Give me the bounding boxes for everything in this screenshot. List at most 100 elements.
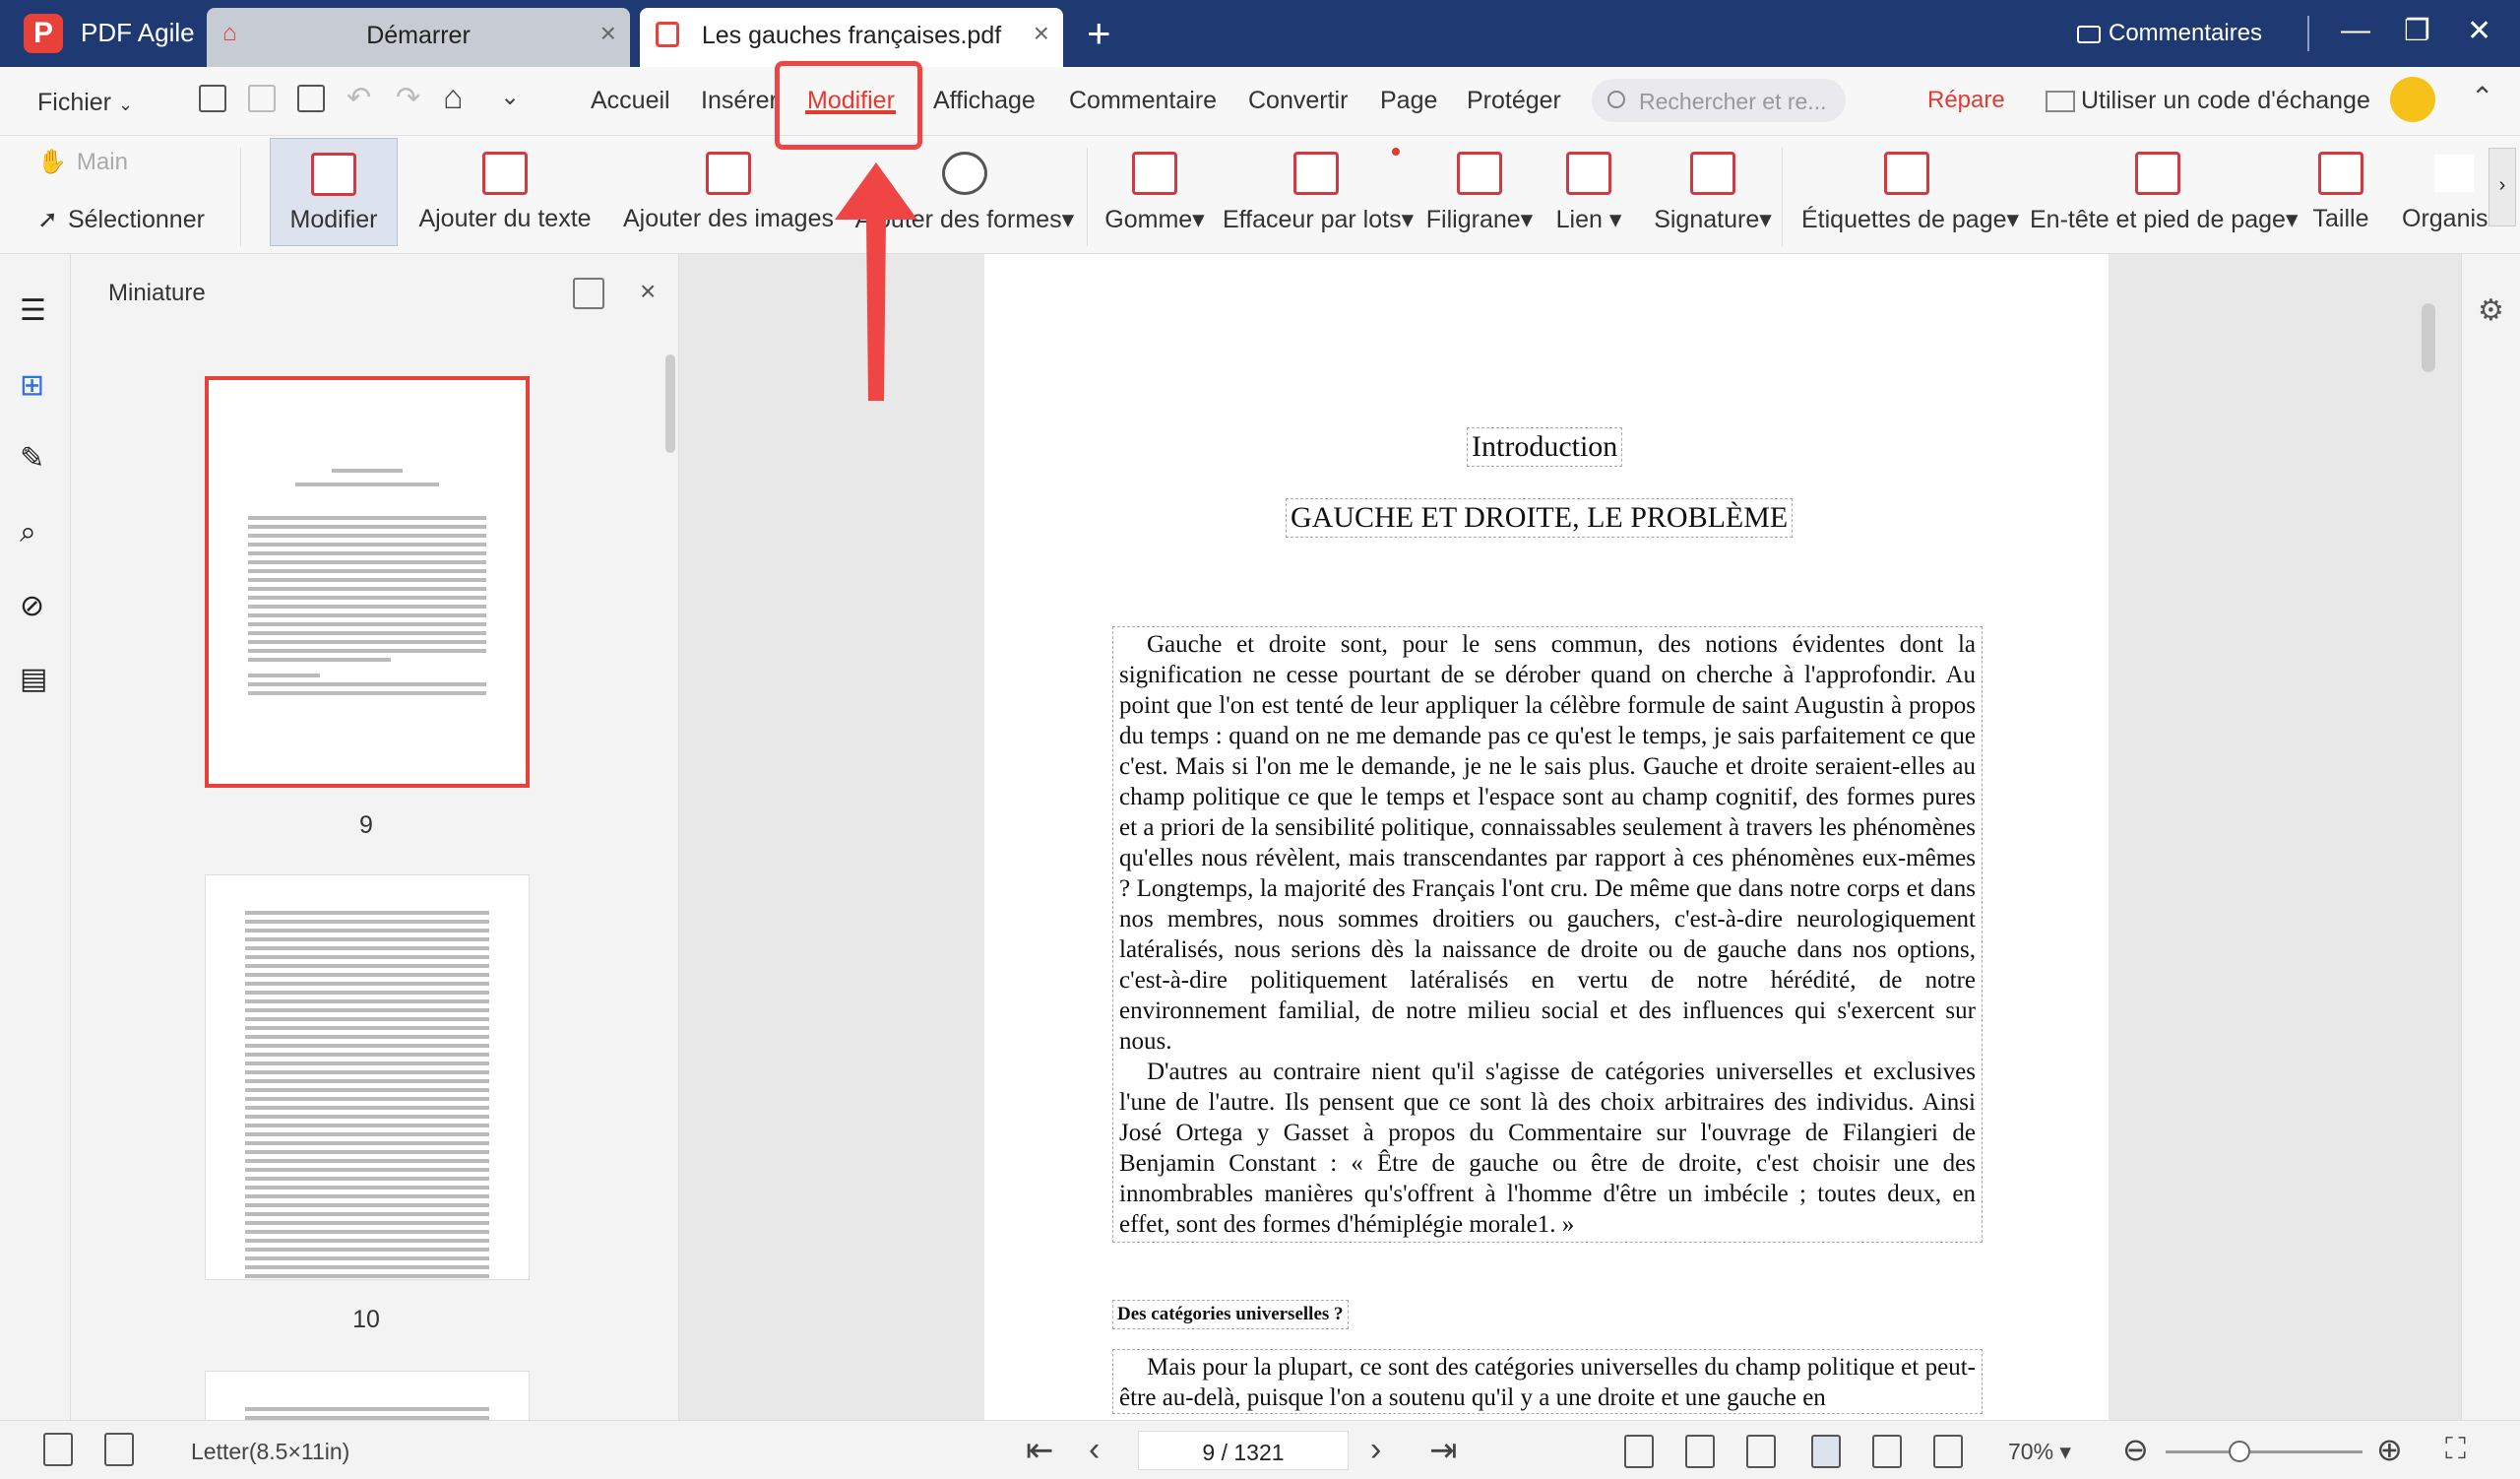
menu-icon[interactable]: ☰: [20, 293, 51, 327]
app-name: PDF Agile: [81, 18, 195, 47]
properties-icon[interactable]: ⚙: [2478, 293, 2504, 328]
page-thumbnail[interactable]: [205, 874, 530, 1280]
home-icon[interactable]: ⌂: [443, 79, 464, 117]
organize-button[interactable]: Organis: [2402, 152, 2500, 233]
two-page-icon[interactable]: [1933, 1435, 1963, 1468]
eraser-button[interactable]: Gomme▾: [1101, 152, 1209, 234]
ribbon-scroll-right[interactable]: ›: [2488, 148, 2516, 226]
select-tool[interactable]: ➚ Sélectionner: [37, 205, 205, 234]
menu-proteger[interactable]: Protéger: [1467, 87, 1561, 115]
attachment-icon[interactable]: ⊘: [20, 589, 51, 622]
more-dropdown-icon[interactable]: ⌄: [500, 83, 520, 111]
prev-page-button[interactable]: ‹: [1089, 1431, 1100, 1469]
page-prev-layout-icon[interactable]: [43, 1433, 73, 1466]
continuous-view-icon[interactable]: [1811, 1435, 1841, 1468]
fit-width-icon[interactable]: [1746, 1435, 1776, 1468]
thumbnails-icon[interactable]: ⊞: [20, 368, 51, 402]
redo-icon[interactable]: ↷: [396, 81, 420, 115]
tab-document[interactable]: Les gauches françaises.pdf ×: [640, 8, 1063, 67]
menu-accueil[interactable]: Accueil: [591, 87, 670, 115]
open-folder-icon[interactable]: [199, 85, 226, 112]
menu-affichage[interactable]: Affichage: [933, 87, 1036, 115]
tool-label: Taille: [2312, 205, 2369, 232]
add-images-button[interactable]: Ajouter des images: [620, 152, 837, 233]
signature-icon: [1690, 152, 1735, 195]
edit-tool-button[interactable]: Modifier: [270, 138, 398, 246]
size-icon: [2318, 152, 2363, 195]
zoom-slider[interactable]: [2166, 1450, 2362, 1453]
fit-page-icon[interactable]: [1685, 1435, 1715, 1468]
document-history-icon[interactable]: ▤: [20, 662, 51, 695]
signature-pen-icon[interactable]: ✎: [20, 441, 51, 475]
repare-label: Répare: [1927, 87, 2005, 113]
section-title[interactable]: GAUCHE ET DROITE, LE PROBLÈME: [1286, 498, 1794, 538]
zoom-in-icon[interactable]: ⊕: [2376, 1431, 2403, 1468]
page-thumbnail[interactable]: [205, 376, 530, 788]
arrow-icon: [835, 162, 917, 401]
text-block[interactable]: Mais pour la plupart, ce sont des catégo…: [1112, 1349, 1983, 1414]
header-footer-icon: [2135, 152, 2180, 195]
menu-page[interactable]: Page: [1380, 87, 1437, 115]
undo-icon[interactable]: ↶: [346, 81, 371, 115]
subheading[interactable]: Des catégories universelles ?: [1112, 1300, 1349, 1329]
header-footer-button[interactable]: En-tête et pied de page▾: [2030, 152, 2299, 234]
thumbnail-scrollbar[interactable]: [665, 354, 675, 453]
print-icon[interactable]: [297, 85, 325, 112]
page-number-input[interactable]: 9 / 1321: [1138, 1431, 1349, 1470]
restore-button[interactable]: ❐: [2404, 14, 2430, 48]
first-page-button[interactable]: ⇤: [1026, 1431, 1054, 1470]
add-text-button[interactable]: Ajouter du texte: [413, 152, 597, 233]
zoom-out-icon[interactable]: ⊖: [2122, 1431, 2149, 1468]
exchange-code-button[interactable]: Utiliser un code d'échange: [2046, 87, 2370, 115]
file-label: Fichier: [37, 89, 112, 116]
thumbnail-page-number: 9: [359, 811, 373, 839]
signature-button[interactable]: Signature▾: [1654, 152, 1772, 234]
document-viewer: Introduction GAUCHE ET DROITE, LE PROBLÈ…: [679, 254, 2461, 1420]
close-tab-icon[interactable]: ×: [1034, 18, 1049, 49]
zoom-slider-handle[interactable]: [2229, 1441, 2250, 1462]
link-button[interactable]: Lien ▾: [1549, 152, 1628, 234]
size-button[interactable]: Taille: [2301, 152, 2380, 233]
actual-size-icon[interactable]: [1624, 1435, 1654, 1468]
search-icon[interactable]: ⌕: [20, 516, 51, 548]
close-tab-icon[interactable]: ×: [600, 18, 616, 49]
tool-label: Filigrane: [1425, 206, 1521, 233]
tool-label: Organis: [2402, 205, 2488, 232]
tab-demarrer[interactable]: ⌂ Démarrer ×: [207, 8, 630, 67]
document-scrollbar[interactable]: [2422, 303, 2435, 372]
app-logo-icon: P: [24, 14, 63, 53]
file-menu[interactable]: Fichier ⌄: [37, 89, 133, 117]
close-window-button[interactable]: ✕: [2467, 14, 2491, 48]
collapse-ribbon-icon[interactable]: ⌃: [2471, 81, 2493, 113]
thumbnail-page-number: 10: [352, 1306, 380, 1333]
divider: [1087, 148, 1088, 246]
fullscreen-icon[interactable]: ⛶: [2445, 1433, 2466, 1466]
grid-view-icon[interactable]: [573, 278, 604, 309]
search-input[interactable]: Rechercher et re...: [1592, 79, 1846, 122]
batch-eraser-button[interactable]: Effaceur par lots▾: [1223, 152, 1414, 234]
next-page-button[interactable]: ›: [1370, 1431, 1381, 1469]
page-next-layout-icon[interactable]: [104, 1433, 134, 1466]
text-block[interactable]: Gauche et droite sont, pour le sens comm…: [1112, 626, 1983, 1243]
menu-inserer[interactable]: Insérer: [701, 87, 778, 115]
menu-convertir[interactable]: Convertir: [1248, 87, 1348, 115]
minimize-button[interactable]: —: [2341, 14, 2370, 47]
avatar[interactable]: [2390, 77, 2435, 122]
new-tab-button[interactable]: +: [1087, 10, 1111, 57]
page-labels-button[interactable]: Étiquettes de page▾: [1801, 152, 2019, 234]
hand-label: Main: [76, 149, 128, 175]
search-placeholder: Rechercher et re...: [1639, 89, 1827, 114]
page-heading[interactable]: Introduction: [1467, 427, 1623, 467]
save-icon[interactable]: [248, 85, 276, 112]
menu-commentaire[interactable]: Commentaire: [1069, 87, 1217, 115]
watermark-button[interactable]: Filigrane▾: [1425, 152, 1534, 234]
last-page-button[interactable]: ⇥: [1429, 1431, 1458, 1470]
comments-button[interactable]: Commentaires: [2077, 20, 2262, 47]
tool-label: En-tête et pied de page: [2030, 206, 2286, 233]
hand-tool[interactable]: ✋ Main: [37, 148, 128, 176]
organize-icon: [2431, 152, 2477, 195]
zoom-level[interactable]: 70% ▾: [2008, 1439, 2071, 1465]
close-panel-icon[interactable]: ×: [640, 276, 656, 307]
single-page-icon[interactable]: [1872, 1435, 1902, 1468]
repare-button[interactable]: Répare: [1927, 87, 2005, 114]
